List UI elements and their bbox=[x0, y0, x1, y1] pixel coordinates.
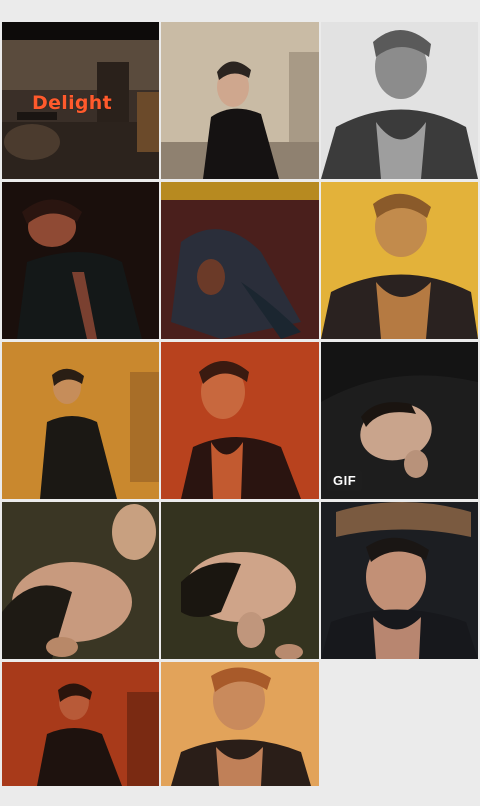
photo-6-image bbox=[321, 182, 478, 339]
photo-3-image bbox=[321, 22, 478, 179]
photo-12-image bbox=[321, 502, 478, 659]
photo-tile-1[interactable]: Delight bbox=[2, 22, 159, 179]
gif-badge: GIF bbox=[327, 470, 363, 491]
photo-tile-7[interactable] bbox=[2, 342, 159, 499]
photo-1-overlay-text: Delight bbox=[32, 92, 112, 114]
photo-13-image bbox=[2, 662, 159, 786]
photo-tile-11[interactable] bbox=[161, 502, 319, 659]
photo-4-image bbox=[2, 182, 159, 339]
photo-tile-5[interactable] bbox=[161, 182, 319, 339]
photo-tile-6[interactable] bbox=[321, 182, 478, 339]
photo-10-image bbox=[2, 502, 159, 659]
photo-14-image bbox=[161, 662, 319, 786]
photo-tile-13[interactable] bbox=[2, 662, 159, 786]
photo-tile-10[interactable] bbox=[2, 502, 159, 659]
photo-grid: Delight GIF bbox=[0, 0, 480, 806]
photo-2-image bbox=[161, 22, 319, 179]
photo-tile-3[interactable] bbox=[321, 22, 478, 179]
photo-tile-4[interactable] bbox=[2, 182, 159, 339]
photo-5-image bbox=[161, 182, 319, 339]
photo-11-image bbox=[161, 502, 319, 659]
photo-tile-8[interactable] bbox=[161, 342, 319, 499]
photo-tile-14[interactable] bbox=[161, 662, 319, 786]
photo-7-image bbox=[2, 342, 159, 499]
photo-tile-2[interactable] bbox=[161, 22, 319, 179]
photo-tile-9[interactable]: GIF bbox=[321, 342, 478, 499]
photo-8-image bbox=[161, 342, 319, 499]
photo-tile-12[interactable] bbox=[321, 502, 478, 659]
